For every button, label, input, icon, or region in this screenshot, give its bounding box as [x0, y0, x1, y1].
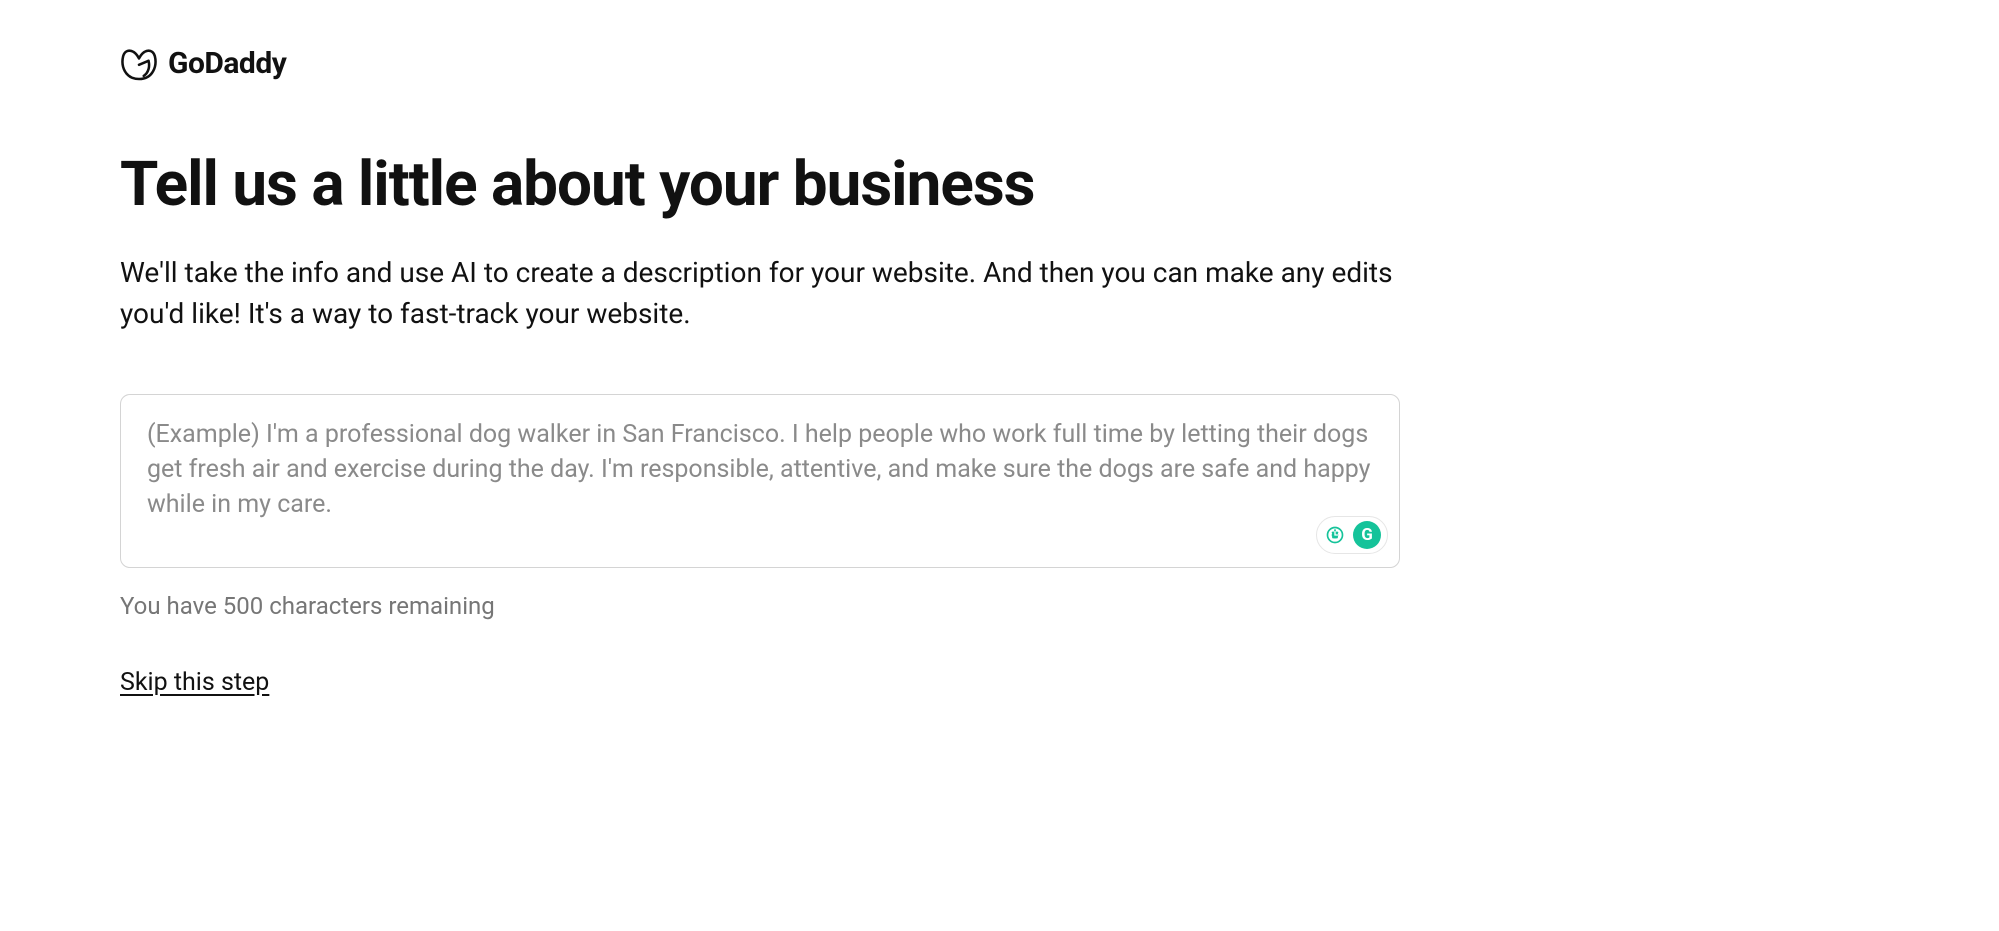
grammarly-extension-badge[interactable]: G [1316, 516, 1388, 554]
characters-remaining: You have 500 characters remaining [120, 592, 1879, 620]
brand-name: GoDaddy [168, 46, 286, 81]
godaddy-logo-icon [120, 47, 158, 81]
lightbulb-icon [1323, 523, 1347, 547]
page-title: Tell us a little about your business [120, 151, 1879, 219]
skip-step-link[interactable]: Skip this step [120, 668, 269, 697]
page-subtitle: We'll take the info and use AI to create… [120, 253, 1400, 334]
brand-logo: GoDaddy [120, 46, 1879, 81]
page-container: GoDaddy Tell us a little about your busi… [0, 0, 1999, 697]
grammarly-g-icon: G [1353, 521, 1381, 549]
description-field-wrap: G [120, 394, 1400, 572]
business-description-input[interactable] [120, 394, 1400, 568]
